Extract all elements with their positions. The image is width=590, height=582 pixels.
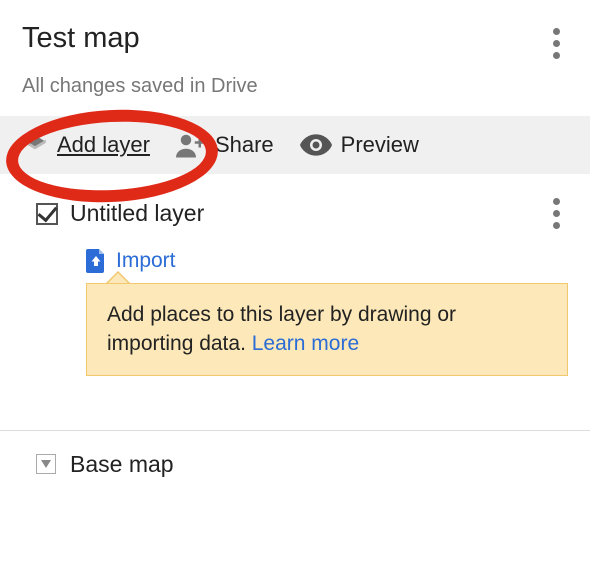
page-title[interactable]: Test map xyxy=(22,22,140,55)
map-options-menu[interactable] xyxy=(545,22,568,65)
preview-button[interactable]: Preview xyxy=(300,132,419,158)
layer-name[interactable]: Untitled layer xyxy=(70,200,204,227)
preview-label: Preview xyxy=(341,132,419,158)
share-label: Share xyxy=(215,132,274,158)
share-button[interactable]: Share xyxy=(176,130,274,160)
basemap-label[interactable]: Base map xyxy=(70,451,174,478)
layer-item: Untitled layer Import Add places to this… xyxy=(0,174,590,376)
layer-visibility-checkbox[interactable] xyxy=(36,203,58,225)
person-add-icon xyxy=(176,130,206,160)
add-layer-label: Add layer xyxy=(57,132,150,158)
basemap-toggle[interactable] xyxy=(36,454,56,474)
import-button[interactable]: Import xyxy=(86,249,568,273)
save-status: All changes saved in Drive xyxy=(0,71,590,116)
layer-options-menu[interactable] xyxy=(545,192,568,235)
eye-icon xyxy=(300,133,332,157)
add-layer-button[interactable]: Add layer xyxy=(22,132,150,158)
toolbar: Add layer Share Preview xyxy=(0,116,590,174)
learn-more-link[interactable]: Learn more xyxy=(252,332,359,355)
file-upload-icon xyxy=(86,249,106,273)
popover-arrow xyxy=(106,271,130,283)
layers-icon xyxy=(22,132,48,158)
import-label: Import xyxy=(116,249,176,273)
layer-hint-popover: Add places to this layer by drawing or i… xyxy=(86,283,568,376)
